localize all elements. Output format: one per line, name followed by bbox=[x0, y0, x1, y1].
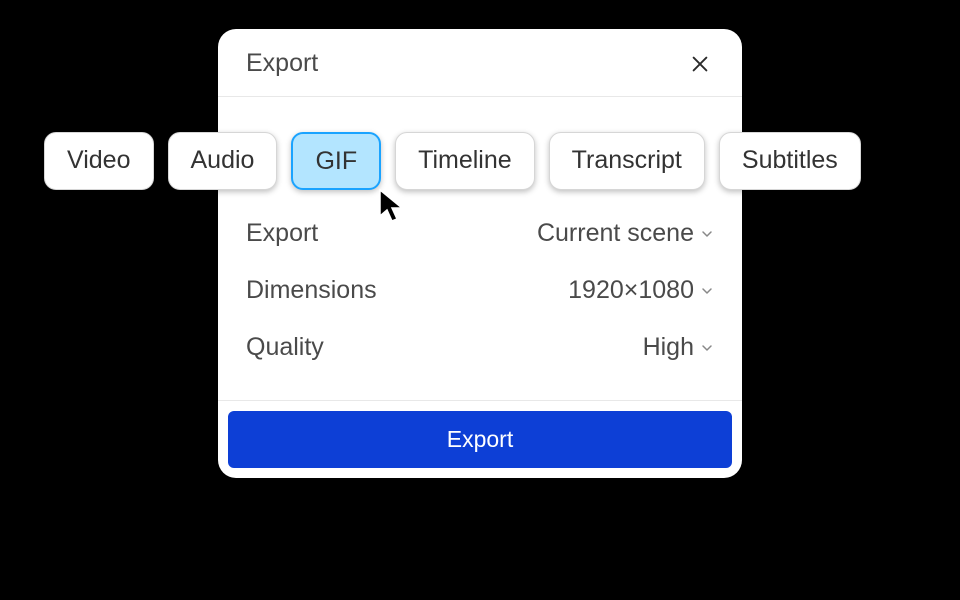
field-label: Export bbox=[246, 219, 318, 248]
quality-dropdown[interactable]: High bbox=[643, 333, 714, 362]
dialog-title: Export bbox=[246, 49, 318, 78]
export-dialog: Export Export Current scene Dimensions 1… bbox=[218, 29, 742, 478]
tab-video[interactable]: Video bbox=[44, 132, 154, 190]
chevron-down-icon bbox=[700, 284, 714, 298]
field-export: Export Current scene bbox=[246, 205, 714, 262]
dialog-header: Export bbox=[218, 29, 742, 97]
tab-timeline[interactable]: Timeline bbox=[395, 132, 535, 190]
chevron-down-icon bbox=[700, 227, 714, 241]
export-scope-dropdown[interactable]: Current scene bbox=[537, 219, 714, 248]
dialog-footer: Export bbox=[218, 400, 742, 478]
close-button[interactable] bbox=[686, 50, 714, 78]
field-label: Quality bbox=[246, 333, 324, 362]
field-label: Dimensions bbox=[246, 276, 377, 305]
tab-gif[interactable]: GIF bbox=[291, 132, 381, 190]
tab-subtitles[interactable]: Subtitles bbox=[719, 132, 861, 190]
field-quality: Quality High bbox=[246, 319, 714, 376]
chevron-down-icon bbox=[700, 341, 714, 355]
close-icon bbox=[689, 53, 711, 75]
field-dimensions: Dimensions 1920×1080 bbox=[246, 262, 714, 319]
dropdown-value: 1920×1080 bbox=[568, 276, 694, 305]
export-button[interactable]: Export bbox=[228, 411, 732, 468]
tab-audio[interactable]: Audio bbox=[168, 132, 278, 190]
dropdown-value: Current scene bbox=[537, 219, 694, 248]
export-tabs: Video Audio GIF Timeline Transcript Subt… bbox=[0, 132, 960, 190]
tab-transcript[interactable]: Transcript bbox=[549, 132, 705, 190]
dimensions-dropdown[interactable]: 1920×1080 bbox=[568, 276, 714, 305]
dropdown-value: High bbox=[643, 333, 694, 362]
